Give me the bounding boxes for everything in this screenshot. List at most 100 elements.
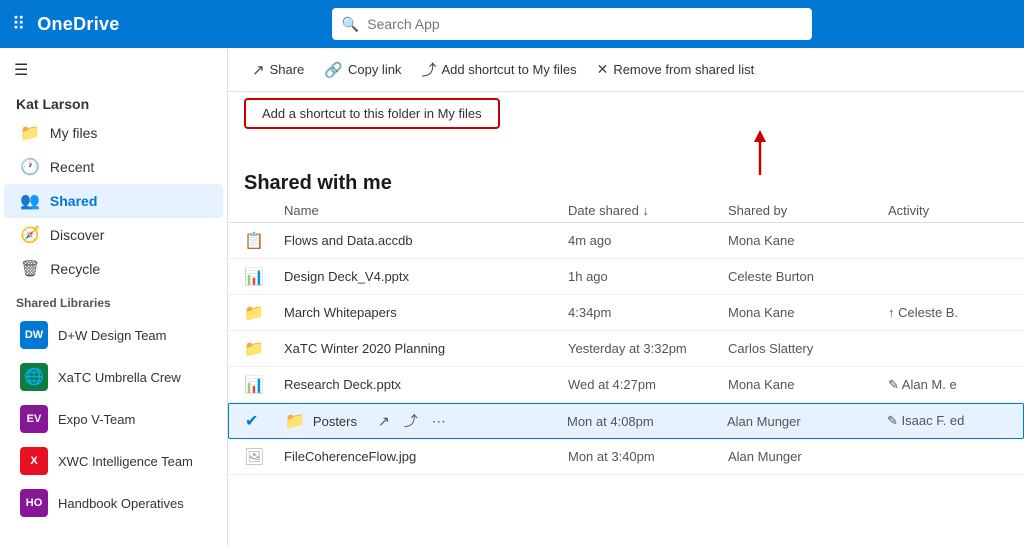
file-row[interactable]: 📊 Design Deck_V4.pptx 1h ago Celeste Bur… bbox=[228, 259, 1024, 295]
library-avatar-ev: EV bbox=[20, 405, 48, 433]
file-row-selected[interactable]: ✔ 📁 Posters ↗ ⤴ ⋯ Mon at 4:08pm Alan Mun… bbox=[228, 403, 1024, 439]
library-label: XaTC Umbrella Crew bbox=[58, 370, 181, 385]
file-name: Design Deck_V4.pptx bbox=[284, 269, 568, 284]
close-icon: ✕ bbox=[597, 61, 609, 78]
sidebar-item-recent[interactable]: 🕐 Recent bbox=[4, 150, 223, 184]
file-name: Research Deck.pptx bbox=[284, 377, 568, 392]
library-avatar-xwc: X bbox=[20, 447, 48, 475]
callout-area: Add a shortcut to this folder in My file… bbox=[228, 92, 1024, 162]
file-row[interactable]: 📁 March Whitepapers 4:34pm Mona Kane ↑ C… bbox=[228, 295, 1024, 331]
file-row[interactable]: 📋 Flows and Data.accdb 4m ago Mona Kane bbox=[228, 223, 1024, 259]
file-name: XaTC Winter 2020 Planning bbox=[284, 341, 568, 356]
sidebar-item-label: Recent bbox=[50, 159, 94, 175]
file-date: Mon at 3:40pm bbox=[568, 449, 728, 464]
col-name[interactable]: Name bbox=[284, 203, 568, 218]
library-label: Handbook Operatives bbox=[58, 496, 184, 511]
file-icon: 📁 bbox=[244, 339, 284, 359]
shared-libraries-title: Shared Libraries bbox=[0, 286, 227, 314]
file-row[interactable]: 🖼 FileCoherenceFlow.jpg Mon at 3:40pm Al… bbox=[228, 439, 1024, 475]
sidebar-item-recycle[interactable]: 🗑 Recycle bbox=[4, 252, 223, 286]
file-shared-by: Alan Munger bbox=[727, 414, 887, 429]
topbar: ⠿ OneDrive 🔍 bbox=[0, 0, 1024, 48]
file-row[interactable]: 📁 XaTC Winter 2020 Planning Yesterday at… bbox=[228, 331, 1024, 367]
add-shortcut-label: Add shortcut to My files bbox=[441, 62, 576, 77]
file-activity: ✎ Isaac F. ed bbox=[887, 413, 1007, 429]
library-avatar-ho: HO bbox=[20, 489, 48, 517]
file-date: 4m ago bbox=[568, 233, 728, 248]
file-check-icon: ✔ bbox=[245, 411, 285, 431]
main-layout: ☰ Kat Larson 📁 My files 🕐 Recent 👥 Share… bbox=[0, 48, 1024, 547]
sidebar-item-label: Discover bbox=[50, 227, 104, 243]
sidebar-item-label: My files bbox=[50, 125, 97, 141]
app-logo: OneDrive bbox=[37, 14, 119, 35]
sidebar-item-shared[interactable]: 👥 Shared bbox=[4, 184, 223, 218]
library-label: Expo V-Team bbox=[58, 412, 135, 427]
file-row[interactable]: 📊 Research Deck.pptx Wed at 4:27pm Mona … bbox=[228, 367, 1024, 403]
file-name-cell: 📁 Posters ↗ ⤴ ⋯ bbox=[285, 409, 567, 433]
sidebar-library-ev[interactable]: EV Expo V-Team bbox=[4, 398, 223, 440]
row-more-icon[interactable]: ⋯ bbox=[427, 411, 451, 432]
file-name: FileCoherenceFlow.jpg bbox=[284, 449, 568, 464]
sidebar-library-ho[interactable]: HO Handbook Operatives bbox=[4, 482, 223, 524]
sidebar-library-xwc[interactable]: X XWC Intelligence Team bbox=[4, 440, 223, 482]
sidebar-item-label: Recycle bbox=[50, 261, 100, 277]
remove-from-list-button[interactable]: ✕ Remove from shared list bbox=[589, 56, 763, 83]
row-shortcut-icon[interactable]: ⤴ bbox=[399, 409, 423, 433]
file-date: 4:34pm bbox=[568, 305, 728, 320]
clock-icon: 🕐 bbox=[20, 157, 40, 177]
file-icon: 📊 bbox=[244, 375, 284, 395]
file-list-header: Name Date shared ↓ Shared by Activity bbox=[228, 199, 1024, 223]
sidebar-library-dw[interactable]: DW D+W Design Team bbox=[4, 314, 223, 356]
share-label: Share bbox=[270, 62, 305, 77]
file-activity: ✎ Alan M. e bbox=[888, 377, 1008, 393]
file-list: Name Date shared ↓ Shared by Activity 📋 … bbox=[228, 199, 1024, 547]
row-share-icon[interactable]: ↗ bbox=[373, 411, 395, 432]
file-icon: 🖼 bbox=[244, 447, 284, 467]
page-title: Shared with me bbox=[228, 162, 1024, 199]
col-activity[interactable]: Activity bbox=[888, 203, 1008, 218]
col-date[interactable]: Date shared ↓ bbox=[568, 203, 728, 218]
col-shared-by[interactable]: Shared by bbox=[728, 203, 888, 218]
copy-link-button[interactable]: 🔗 Copy link bbox=[316, 56, 409, 84]
library-avatar-xatc: 🌐 bbox=[20, 363, 48, 391]
file-shared-by: Carlos Slattery bbox=[728, 341, 888, 356]
main-content: ↗ Share 🔗 Copy link ⤴ Add shortcut to My… bbox=[228, 48, 1024, 547]
callout-arrow bbox=[740, 130, 800, 180]
search-bar: 🔍 bbox=[332, 8, 812, 40]
file-name: Posters bbox=[313, 414, 357, 429]
file-date: 1h ago bbox=[568, 269, 728, 284]
sidebar-item-label: Shared bbox=[50, 193, 97, 209]
sidebar: ☰ Kat Larson 📁 My files 🕐 Recent 👥 Share… bbox=[0, 48, 228, 547]
library-label: D+W Design Team bbox=[58, 328, 167, 343]
file-icon: 📋 bbox=[244, 231, 284, 251]
file-shared-by: Celeste Burton bbox=[728, 269, 888, 284]
folder-icon: 📁 bbox=[20, 123, 40, 143]
trash-icon: 🗑 bbox=[20, 259, 40, 279]
file-date: Wed at 4:27pm bbox=[568, 377, 728, 392]
share-button[interactable]: ↗ Share bbox=[244, 56, 312, 84]
hamburger-button[interactable]: ☰ bbox=[0, 52, 227, 88]
file-icon: 📁 bbox=[244, 303, 284, 323]
file-shared-by: Alan Munger bbox=[728, 449, 888, 464]
search-icon: 🔍 bbox=[342, 16, 359, 33]
sidebar-item-discover[interactable]: 🧭 Discover bbox=[4, 218, 223, 252]
file-activity: ↑ Celeste B. bbox=[888, 305, 1008, 320]
search-input[interactable] bbox=[367, 16, 802, 32]
callout-text: Add a shortcut to this folder in My file… bbox=[262, 106, 482, 121]
sidebar-item-my-files[interactable]: 📁 My files bbox=[4, 116, 223, 150]
people-icon: 👥 bbox=[20, 191, 40, 211]
file-date: Mon at 4:08pm bbox=[567, 414, 727, 429]
toolbar: ↗ Share 🔗 Copy link ⤴ Add shortcut to My… bbox=[228, 48, 1024, 92]
file-name: March Whitepapers bbox=[284, 305, 568, 320]
file-date: Yesterday at 3:32pm bbox=[568, 341, 728, 356]
file-name: Flows and Data.accdb bbox=[284, 233, 568, 248]
compass-icon: 🧭 bbox=[20, 225, 40, 245]
file-icon: 📁 bbox=[285, 411, 305, 431]
grid-icon[interactable]: ⠿ bbox=[12, 14, 25, 35]
add-shortcut-button[interactable]: ⤴ Add shortcut to My files bbox=[413, 54, 584, 85]
file-icon: 📊 bbox=[244, 267, 284, 287]
share-icon: ↗ bbox=[252, 61, 265, 79]
callout-box: Add a shortcut to this folder in My file… bbox=[244, 98, 500, 129]
file-shared-by: Mona Kane bbox=[728, 377, 888, 392]
sidebar-library-xatc[interactable]: 🌐 XaTC Umbrella Crew bbox=[4, 356, 223, 398]
